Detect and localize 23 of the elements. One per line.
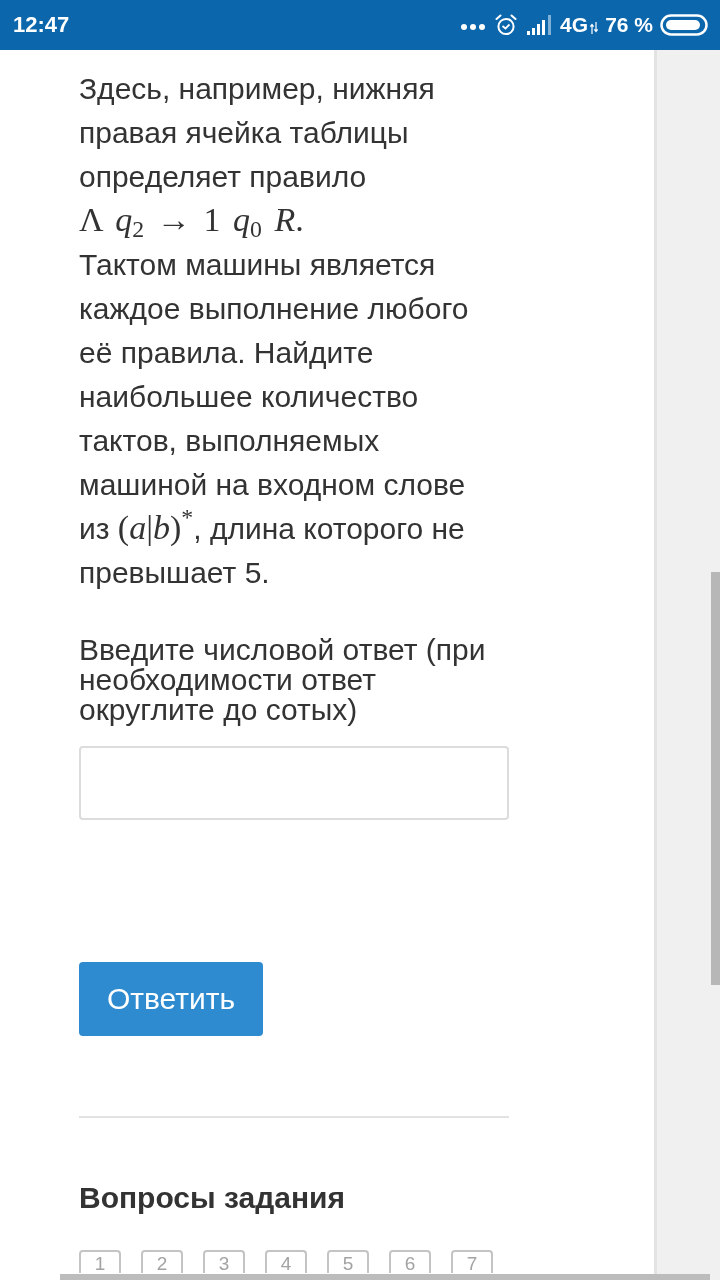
question-number-button[interactable]: 1 (79, 1250, 121, 1273)
question-number-button[interactable]: 3 (203, 1250, 245, 1273)
question-number-button[interactable]: 7 (451, 1250, 493, 1273)
signal-icon (527, 15, 554, 35)
vertical-scrollbar[interactable] (711, 572, 720, 985)
question-number-button[interactable]: 5 (327, 1250, 369, 1273)
section-title: Вопросы задания (79, 1180, 346, 1216)
question-number-button[interactable]: 4 (265, 1250, 307, 1273)
question-text: Тактом машины является каждое выполнение любого её правила. Найдите наибольшее количество тактов, выполняемых машиной на входном слове из (a|b)$^{*}$, длина которого не превышает 5. (79, 247, 470, 591)
question-text: Здесь, например, нижняя правая ячейка таблицы определяет правило Λ q$_{2}$ → 1 q$_{0}$ R. (79, 71, 436, 243)
dots-icon (461, 24, 486, 30)
alarm-clock-icon (495, 14, 518, 36)
status-time: 12:47 (13, 12, 70, 38)
data-arrows-icon (590, 22, 599, 34)
battery-icon (660, 14, 708, 36)
horizontal-scrollbar[interactable] (60, 1274, 710, 1280)
answer-prompt: Введите числовой ответ (при необходимости ответ округлите до сотых) (79, 635, 487, 725)
network-type: 4G (560, 13, 589, 37)
submit-button[interactable]: Ответить (79, 962, 263, 1036)
question-number-button[interactable]: 2 (141, 1250, 183, 1273)
answer-input[interactable] (79, 746, 509, 820)
battery-percent: 76 % (605, 13, 653, 37)
question-number-button[interactable]: 6 (389, 1250, 431, 1273)
